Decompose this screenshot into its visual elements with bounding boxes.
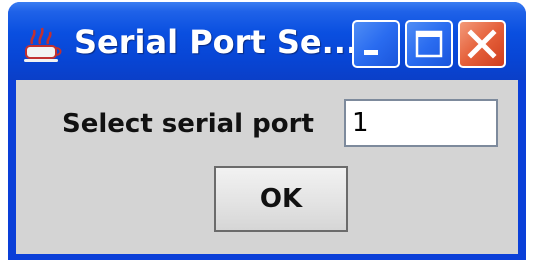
serial-port-label: Select serial port xyxy=(62,109,314,139)
java-app-icon[interactable] xyxy=(22,24,62,64)
dialog-content: Select serial port OK xyxy=(16,80,518,254)
window-title: Serial Port Se... xyxy=(74,23,359,61)
maximize-button[interactable] xyxy=(405,20,453,68)
dialog-window: Serial Port Se... Select serial port OK xyxy=(8,2,526,260)
close-icon xyxy=(467,29,497,59)
maximize-icon xyxy=(415,30,443,58)
close-button[interactable] xyxy=(458,20,506,68)
serial-port-input[interactable] xyxy=(344,99,498,147)
title-bar[interactable]: Serial Port Se... xyxy=(8,2,526,80)
ok-button[interactable]: OK xyxy=(214,166,348,232)
minimize-icon xyxy=(364,50,378,55)
minimize-button[interactable] xyxy=(352,20,400,68)
